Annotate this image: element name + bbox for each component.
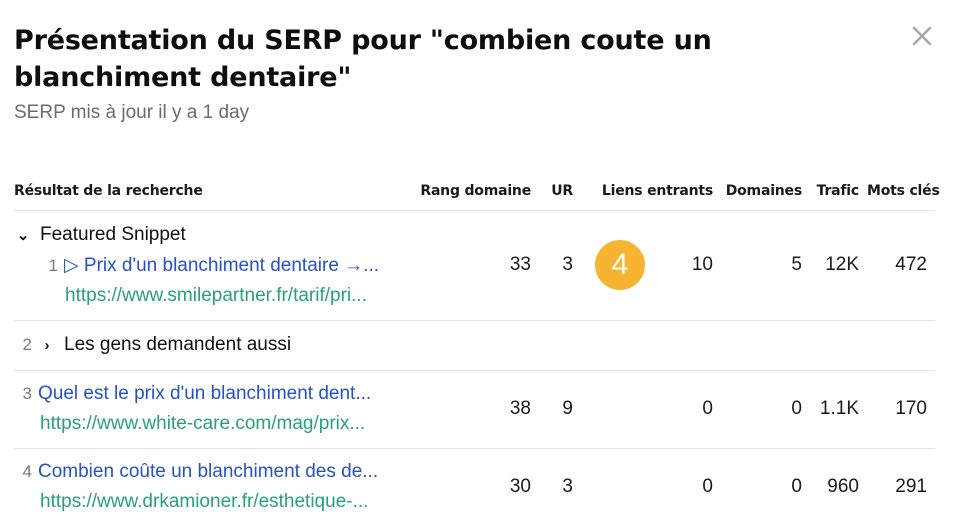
result-url-link[interactable]: https://www.smilepartner.fr/tarif/pri... [65,285,367,306]
result-rank: 2 [22,335,32,354]
backlinks-value: 0 [581,448,721,526]
table-header-row: Résultat de la recherche Rang domaine UR… [14,172,940,211]
result-title-link[interactable]: Combien coûte un blanchiment des de... [38,461,378,482]
col-header-domain-rating[interactable]: Rang domaine [419,172,539,211]
domains-value: 0 [721,370,810,449]
keywords-value: 170 [867,370,935,449]
result-cell: 3 Quel est le prix d'un blanchiment dent.… [14,370,419,449]
traffic-value: 960 [810,448,867,526]
people-also-ask-cell[interactable]: 2 › Les gens demandent aussi [14,320,935,371]
backlinks-cell: 4 10 [581,210,721,321]
result-rank: 1 [48,255,58,275]
result-url-link[interactable]: https://www.drkamioner.fr/esthetique-... [40,491,368,512]
table-row: 3 Quel est le prix d'un blanchiment dent.… [14,370,935,449]
domain-rating-value: 30 [419,448,539,526]
result-rank: 4 [22,462,32,481]
keywords-value: 291 [867,448,935,526]
traffic-value: 12K [810,210,867,321]
domains-value: 5 [721,210,810,321]
domains-value: 0 [721,448,810,526]
step-badge: 4 [595,240,645,290]
result-cell: 4 Combien coûte un blanchiment des de... … [14,448,419,526]
serp-updated-subtitle: SERP mis à jour il y a 1 day [14,102,250,123]
featured-snippet-cell: ⌄ Featured Snippet 1 ▷ Prix d'un blanchime… [14,210,419,321]
close-button[interactable] [908,22,936,50]
serp-overview-modal: Présentation du SERP pour "combien coute… [0,0,965,526]
people-also-ask-label: Les gens demandent aussi [64,334,292,355]
ur-value: 3 [539,210,581,321]
col-header-domains[interactable]: Domaines [721,172,810,211]
domain-rating-value: 33 [419,210,539,321]
featured-snippet-toggle[interactable]: ⌄ Featured Snippet [14,220,411,251]
serp-table: Résultat de la recherche Rang domaine UR… [14,172,940,526]
result-rank: 3 [22,384,32,403]
backlinks-value: 0 [581,370,721,449]
chevron-right-icon: › [44,337,50,354]
keywords-value: 472 [867,210,935,321]
backlinks-value: 10 [691,254,713,275]
col-header-ur[interactable]: UR [539,172,581,211]
result-url-link[interactable]: https://www.white-care.com/mag/prix... [40,413,365,434]
domain-rating-value: 38 [419,370,539,449]
chevron-down-icon: ⌄ [16,226,30,244]
featured-snippet-label: Featured Snippet [40,223,186,245]
col-header-keywords[interactable]: Mots clés [867,172,940,211]
table-row-people-also-ask: 2 › Les gens demandent aussi [14,320,935,371]
close-icon [912,26,932,46]
modal-title: Présentation du SERP pour "combien coute… [14,25,712,93]
col-header-result[interactable]: Résultat de la recherche [14,172,419,211]
col-header-traffic[interactable]: Trafic [810,172,867,211]
table-row: 4 Combien coûte un blanchiment des de... … [14,448,935,526]
ur-value: 9 [539,370,581,449]
result-title-link[interactable]: ▷ Prix d'un blanchiment dentaire →... [64,255,379,276]
result-title-link[interactable]: Quel est le prix d'un blanchiment dent..… [38,383,371,404]
traffic-value: 1.1K [810,370,867,449]
ur-value: 3 [539,448,581,526]
table-row-featured-snippet: ⌄ Featured Snippet 1 ▷ Prix d'un blanchime… [14,210,935,321]
col-header-backlinks[interactable]: Liens entrants [581,172,721,211]
